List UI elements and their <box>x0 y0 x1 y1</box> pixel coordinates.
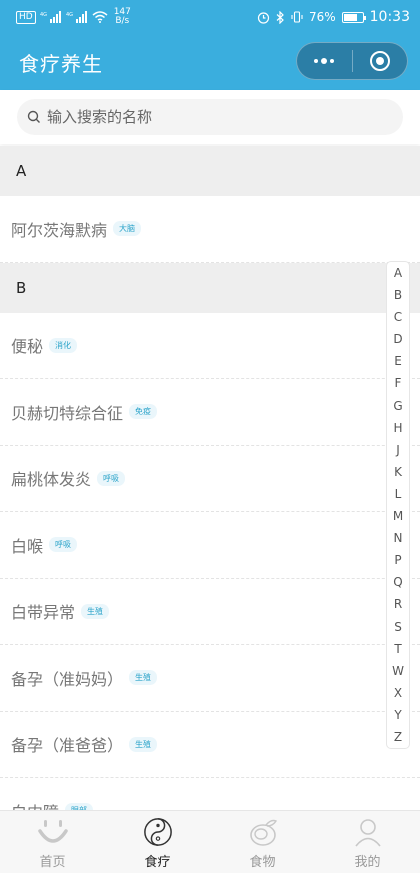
wifi-icon <box>92 11 108 23</box>
category-tag: 生殖 <box>129 670 158 686</box>
disease-name: 扁桃体发炎 <box>11 470 92 490</box>
more-dots-icon <box>314 58 335 64</box>
category-tag: 呼吸 <box>97 470 126 486</box>
list-item[interactable]: 白喉 呼吸 <box>0 512 420 579</box>
status-left: HD 4G 4G 147 B/s <box>16 8 131 26</box>
battery-percent: 76% <box>308 10 336 24</box>
list-item[interactable]: 便秘 消化 <box>0 313 420 379</box>
section-header: B <box>0 262 420 313</box>
vibrate-icon <box>291 11 303 23</box>
disease-name: 阿尔茨海默病 <box>11 220 108 240</box>
index-letter[interactable]: Z <box>394 728 402 746</box>
index-letter[interactable]: H <box>393 419 402 437</box>
more-button[interactable] <box>297 43 352 79</box>
page-title: 食疗养生 <box>19 51 103 76</box>
category-tag: 生殖 <box>129 736 158 752</box>
hd-badge: HD <box>16 10 36 24</box>
list-item[interactable]: 白带异常 生殖 <box>0 579 420 645</box>
tab-food-label: 食物 <box>249 855 276 870</box>
signal-icon-2: 4G <box>66 11 87 23</box>
disease-name: 便秘 <box>11 337 44 357</box>
index-letter[interactable]: X <box>394 684 402 702</box>
tab-food-therapy-label: 食疗 <box>144 855 171 870</box>
list-item[interactable]: 贝赫切特综合征 免疫 <box>0 379 420 446</box>
index-letter[interactable]: L <box>395 485 402 503</box>
section-header: A <box>0 146 420 196</box>
index-letter[interactable]: K <box>394 463 402 481</box>
category-tag: 免疫 <box>129 404 158 420</box>
clock: 10:33 <box>369 9 410 25</box>
index-letter[interactable]: F <box>395 374 402 392</box>
list-item[interactable]: 白内障眼部 <box>0 778 420 810</box>
list-item[interactable]: 扁桃体发炎 呼吸 <box>0 446 420 512</box>
index-letter[interactable]: G <box>393 397 402 415</box>
disease-name: 白带异常 <box>11 603 76 623</box>
smile-icon <box>37 820 68 843</box>
signal-icon: 4G <box>40 11 61 23</box>
index-letter[interactable]: N <box>394 529 403 547</box>
battery-fill <box>343 13 358 21</box>
category-tag: 消化 <box>49 337 78 353</box>
index-letter[interactable]: C <box>394 308 402 326</box>
disease-name: 贝赫切特综合征 <box>11 403 124 423</box>
status-bar: HD 4G 4G 147 B/s 76% 10:33 <box>0 0 420 34</box>
index-letter[interactable]: T <box>394 640 401 658</box>
index-letter[interactable]: Q <box>393 573 402 591</box>
index-letter[interactable]: E <box>394 352 402 370</box>
search-bar <box>0 90 420 144</box>
tab-home[interactable]: 首页 <box>0 811 105 873</box>
index-letter[interactable]: M <box>393 507 403 525</box>
index-letter[interactable]: B <box>394 286 402 304</box>
disease-name: 备孕（准爸爸） <box>11 736 124 756</box>
index-letter[interactable]: P <box>394 551 401 569</box>
search-icon <box>27 110 40 123</box>
tab-mine-label: 我的 <box>354 855 381 870</box>
alphabet-index[interactable]: ABCDEFGHJKLMNPQRSTWXYZ <box>386 261 410 749</box>
category-tag: 眼部 <box>65 803 94 810</box>
list-item[interactable]: 备孕（准妈妈） 生殖 <box>0 645 420 712</box>
tab-bar: 首页 食疗 食物 我的 <box>0 810 420 873</box>
category-tag: 呼吸 <box>49 537 78 553</box>
index-letter[interactable]: D <box>393 330 402 348</box>
alarm-icon <box>257 11 270 24</box>
index-letter[interactable]: A <box>394 264 402 282</box>
close-program-button[interactable] <box>352 43 407 79</box>
tab-mine[interactable]: 我的 <box>315 811 420 873</box>
disease-name: 备孕（准妈妈） <box>11 669 124 689</box>
tab-food-therapy[interactable]: 食疗 <box>105 811 210 873</box>
disease-name: 白喉 <box>11 536 44 556</box>
category-tag: 生殖 <box>81 603 110 619</box>
tab-food[interactable]: 食物 <box>210 811 315 873</box>
bluetooth-icon <box>276 10 284 24</box>
target-close-icon <box>369 51 390 71</box>
index-letter[interactable]: J <box>396 441 400 459</box>
mini-program-capsule <box>296 42 408 80</box>
yin-yang-icon <box>143 818 172 846</box>
network-speed: 147 B/s <box>114 8 131 26</box>
status-right: 76% 10:33 <box>257 9 410 25</box>
category-tag: 大脑 <box>113 221 142 237</box>
net2-label: 4G <box>66 12 73 18</box>
search-input[interactable] <box>47 108 403 126</box>
list-item[interactable]: 阿尔茨海默病 大脑 <box>0 196 420 263</box>
list-item[interactable]: 备孕（准爸爸） 生殖 <box>0 712 420 778</box>
nav-bar: 食疗养生 <box>0 34 420 90</box>
index-letter[interactable]: Y <box>394 706 401 724</box>
index-letter[interactable]: W <box>392 662 404 680</box>
index-letter[interactable]: S <box>394 618 402 636</box>
disease-list: A 阿尔茨海默病 大脑 B 便秘 消化 贝赫切特综合征 免疫 扁桃体发炎 呼吸 白喉 呼吸 白带异常 生殖… <box>0 146 420 810</box>
net1-label: 4G <box>40 12 47 18</box>
disease-name: 白内障 <box>11 799 59 810</box>
speed-unit: B/s <box>115 16 130 26</box>
index-letter[interactable]: R <box>394 595 402 613</box>
battery-icon <box>341 11 366 23</box>
search-box[interactable] <box>17 99 403 135</box>
tab-home-label: 首页 <box>39 855 66 870</box>
fruit-icon <box>249 819 277 846</box>
person-icon <box>354 819 381 847</box>
